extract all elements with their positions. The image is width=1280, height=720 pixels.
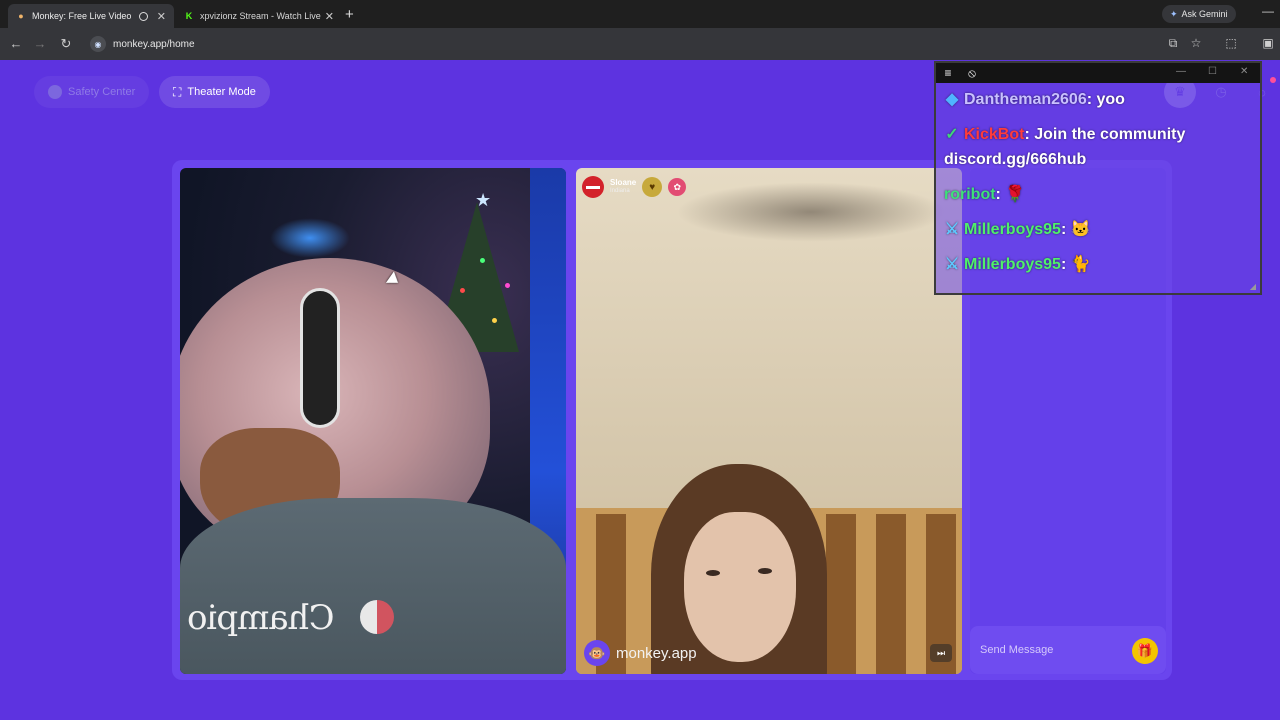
resize-grip-icon[interactable]: ◢ <box>1250 282 1256 291</box>
shirt-logo-mark <box>360 600 394 634</box>
safety-center-button[interactable]: Safety Center <box>34 76 150 108</box>
eye <box>758 568 772 574</box>
extensions-icon[interactable]: ⬚ <box>1223 36 1239 50</box>
fullscreen-icon: ⛶ <box>173 84 182 99</box>
new-tab-icon[interactable]: + <box>345 6 354 23</box>
remote-video: Sloane Indiana ♥ ✿ 🐵 monkey.app ⏭ <box>576 168 962 674</box>
overlay-message-list: ◆ Dantheman2606: yoo ✓ KickBot: Join the c… <box>944 87 1256 287</box>
monitor-glow <box>270 218 350 258</box>
url-text: monkey.app/home <box>113 38 195 50</box>
chat-line: roribot: 🌹 <box>944 182 1256 207</box>
headset <box>300 288 340 428</box>
chat-sep: : <box>995 186 1006 203</box>
overlay-close-icon[interactable]: ✕ <box>1240 66 1248 77</box>
sword-icon: ⚔ <box>944 256 960 273</box>
bookmark-star-icon[interactable]: ☆ <box>1188 36 1204 50</box>
eye <box>706 570 720 576</box>
shirt-logo-text: Champio <box>188 598 335 638</box>
browser-tab-strip: ● Monkey: Free Live Video Ch ✕ K xpvizio… <box>0 0 1280 28</box>
chat-text: 🌹 <box>1005 186 1026 203</box>
site-info-icon[interactable]: ◉ <box>90 36 106 52</box>
headboard-slat <box>876 514 906 674</box>
tree-light <box>460 288 465 293</box>
chat-line: ⚔ Millerboys95: 🐱 <box>944 217 1256 242</box>
overlay-titlebar: ≡ ⦸ — ☐ ✕ <box>936 63 1260 83</box>
safety-center-label: Safety Center <box>68 86 136 98</box>
chat-line: ◆ Dantheman2606: yoo <box>944 87 1256 112</box>
overlay-minimize-icon[interactable]: — <box>1176 66 1186 77</box>
address-bar[interactable]: ◉ monkey.app/home <box>86 33 1156 55</box>
chat-user: roribot <box>944 186 996 203</box>
headboard-slat <box>826 514 856 674</box>
reload-icon[interactable]: ↻ <box>58 36 74 52</box>
chat-line: ⚔ Millerboys95: 🐈 <box>944 252 1256 277</box>
watermark-text: monkey.app <box>616 644 697 662</box>
pin-off-icon[interactable]: ⦸ <box>960 66 984 81</box>
local-video: ★ Champio <box>180 168 566 674</box>
notification-dot <box>1270 77 1276 83</box>
monkey-logo-icon: 🐵 <box>584 640 610 666</box>
chat-line: ✓ KickBot: Join the community discord.gg/… <box>944 122 1256 172</box>
recording-icon <box>138 11 148 21</box>
tab-title: xpvizionz Stream - Watch Live o <box>200 11 321 21</box>
sword-icon: ⚔ <box>944 221 960 238</box>
ask-gemini-button[interactable]: ✦ Ask Gemini <box>1162 5 1236 23</box>
tree-star: ★ <box>475 190 492 210</box>
menu-icon[interactable]: ≡ <box>936 66 960 80</box>
cube-icon: ◆ <box>945 91 959 108</box>
chat-sep: : <box>1086 91 1097 108</box>
chat-user: Dantheman2606 <box>964 91 1087 108</box>
send-message-field[interactable]: 🎁 <box>970 626 1166 674</box>
browser-toolbar: ← → ↻ ◉ monkey.app/home ⧉ ☆ ⬚ ▣ <box>0 28 1280 60</box>
shield-icon <box>48 85 62 99</box>
chat-sep: : <box>1060 256 1071 273</box>
close-tab-icon[interactable]: ✕ <box>325 10 334 23</box>
rose-icon[interactable]: ✿ <box>668 178 687 196</box>
remote-user-info: Sloane Indiana <box>610 178 636 196</box>
heart-icon[interactable]: ♥ <box>642 177 663 197</box>
chat-sep: : <box>1024 126 1035 143</box>
install-app-icon[interactable]: ⧉ <box>1165 36 1181 51</box>
flag-icon <box>582 176 604 198</box>
side-panel-icon[interactable]: ▣ <box>1260 36 1276 50</box>
tab-monkey[interactable]: ● Monkey: Free Live Video Ch ✕ <box>8 4 174 28</box>
tree-light <box>505 283 510 288</box>
chat-user: Millerboys95 <box>964 221 1061 238</box>
chat-user: Millerboys95 <box>964 256 1061 273</box>
gift-icon[interactable]: 🎁 <box>1132 638 1158 664</box>
chat-user: KickBot <box>964 126 1025 143</box>
send-message-input[interactable] <box>980 644 1120 656</box>
tab-title: Monkey: Free Live Video Ch <box>32 11 134 21</box>
remote-user-name: Sloane <box>610 178 637 187</box>
chat-sep: : <box>1060 221 1071 238</box>
remote-user-chip[interactable]: Sloane Indiana ♥ ✿ <box>582 176 687 198</box>
ceiling-shadow <box>676 182 946 242</box>
person-face <box>684 512 796 662</box>
remote-user-location: Indiana <box>610 188 630 194</box>
monkey-watermark: 🐵 monkey.app <box>584 640 697 666</box>
theater-mode-button[interactable]: ⛶ Theater Mode <box>159 76 270 108</box>
chat-text: yoo <box>1096 91 1125 108</box>
shirt <box>180 498 566 674</box>
chat-text: 🐈 <box>1070 256 1091 273</box>
gemini-icon: ✦ <box>1170 8 1178 19</box>
close-tab-icon[interactable]: ✕ <box>157 10 166 23</box>
overlay-maximize-icon[interactable]: ☐ <box>1208 66 1217 77</box>
skip-icon[interactable]: ⏭ <box>930 644 952 662</box>
minimize-window-icon[interactable]: — <box>1262 4 1274 18</box>
tree-light <box>480 258 485 263</box>
tab-kick-stream[interactable]: K xpvizionz Stream - Watch Live o ✕ <box>176 4 342 28</box>
chat-text: 🐱 <box>1070 221 1091 238</box>
tree-light <box>492 318 497 323</box>
forward-icon[interactable]: → <box>32 36 48 51</box>
back-icon[interactable]: ← <box>8 36 24 51</box>
theater-mode-label: Theater Mode <box>187 86 256 98</box>
stream-chat-overlay: ≡ ⦸ — ☐ ✕ ◆ Dantheman2606: yoo ✓ KickBot: … <box>934 61 1262 295</box>
verified-icon: ✓ <box>945 126 959 143</box>
monkey-favicon: ● <box>18 11 24 21</box>
ask-gemini-label: Ask Gemini <box>1181 9 1228 19</box>
kick-favicon: K <box>185 11 193 21</box>
